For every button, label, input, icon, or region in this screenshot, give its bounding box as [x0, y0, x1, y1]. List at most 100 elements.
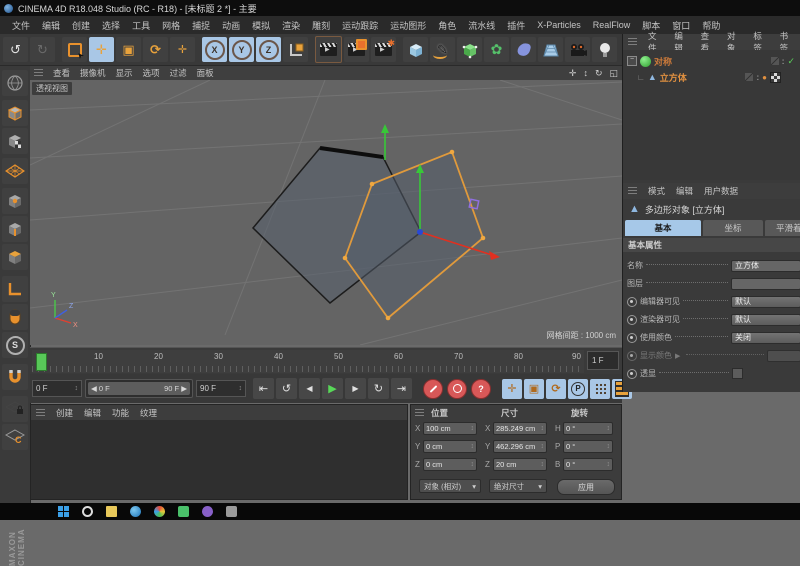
- radio-icon[interactable]: [627, 315, 637, 325]
- points-mode-button[interactable]: [2, 188, 28, 214]
- app-green-icon[interactable]: [178, 506, 189, 517]
- attr-menu-userdata[interactable]: 用户数据: [704, 185, 738, 197]
- timeline-ruler[interactable]: 0 10 20 30 40 50 60 70 80 90 1 F: [30, 347, 622, 375]
- vp-maximize-icon[interactable]: ◱: [609, 68, 618, 79]
- floor-environment-button[interactable]: [538, 37, 563, 62]
- playhead[interactable]: [36, 353, 47, 371]
- workplane-mode-button[interactable]: [2, 158, 28, 184]
- vp-menu-cameras[interactable]: 摄像机: [80, 67, 106, 79]
- mat-menu-function[interactable]: 功能: [112, 407, 129, 419]
- go-to-start-button[interactable]: ⇤: [253, 378, 274, 399]
- snapping-button[interactable]: [2, 364, 28, 390]
- enable-axis-button[interactable]: [2, 276, 28, 302]
- start-icon[interactable]: [58, 506, 69, 517]
- render-region-button[interactable]: [344, 37, 369, 62]
- size-mode-dropdown[interactable]: 绝对尺寸▾: [489, 479, 547, 493]
- menu-character[interactable]: 角色: [432, 19, 462, 32]
- size-x-field[interactable]: 285.249 cm↕: [493, 422, 547, 435]
- expand-icon[interactable]: −: [627, 56, 637, 66]
- camera-button[interactable]: [565, 37, 590, 62]
- live-selection-button[interactable]: ➤: [62, 37, 87, 62]
- size-y-field[interactable]: 462.296 cm↕: [493, 440, 547, 453]
- display-color-swatch[interactable]: [767, 350, 800, 362]
- menu-select[interactable]: 选择: [96, 19, 126, 32]
- ruler-strip[interactable]: 0 10 20 30 40 50 60 70 80 90: [32, 350, 584, 373]
- chrome-browser-icon[interactable]: [154, 506, 165, 517]
- app-purple-icon[interactable]: [202, 506, 213, 517]
- vp-menu-view[interactable]: 查看: [53, 67, 70, 79]
- spinner-icon[interactable]: ↕: [75, 385, 79, 392]
- texture-tag-icon[interactable]: [770, 72, 781, 83]
- radio-icon[interactable]: [627, 333, 637, 343]
- z-axis-lock-button[interactable]: Z: [256, 37, 281, 62]
- edges-mode-button[interactable]: [2, 216, 28, 242]
- loop-button[interactable]: ↻: [368, 378, 389, 399]
- deformer-button[interactable]: [511, 37, 536, 62]
- menu-tools[interactable]: 工具: [126, 19, 156, 32]
- viewport-tweak-button[interactable]: [2, 304, 28, 330]
- coord-mode-dropdown[interactable]: 对象 (相对)▾: [419, 479, 481, 493]
- undo-button[interactable]: ↺: [3, 37, 28, 62]
- layer-swatch-icon[interactable]: [771, 57, 779, 65]
- mat-menu-create[interactable]: 创建: [56, 407, 73, 419]
- pos-x-field[interactable]: 100 cm↕: [423, 422, 477, 435]
- light-button[interactable]: [592, 37, 617, 62]
- subdivision-surface-button[interactable]: [457, 37, 482, 62]
- menu-create[interactable]: 创建: [66, 19, 96, 32]
- vp-menu-options[interactable]: 选项: [143, 67, 160, 79]
- make-editable-button[interactable]: [2, 70, 28, 96]
- xray-checkbox[interactable]: [732, 368, 743, 379]
- symmetry-y-axis-arrow[interactable]: [381, 124, 389, 160]
- menu-xparticles[interactable]: X-Particles: [531, 20, 587, 30]
- pos-y-field[interactable]: 0 cm↕: [423, 440, 477, 453]
- key-scale-toggle[interactable]: ▣: [524, 379, 544, 399]
- polygons-mode-button[interactable]: [2, 244, 28, 270]
- vp-pan-icon[interactable]: ✛: [569, 68, 577, 79]
- object-name[interactable]: 对称: [654, 55, 672, 68]
- rot-p-field[interactable]: 0 °↕: [563, 440, 613, 453]
- redo-button[interactable]: ↻: [30, 37, 55, 62]
- vp-menu-panel[interactable]: 面板: [197, 67, 214, 79]
- previous-key-button[interactable]: ↺: [276, 378, 297, 399]
- key-position-toggle[interactable]: ✛: [502, 379, 522, 399]
- menu-plugins[interactable]: 插件: [501, 19, 531, 32]
- attr-menu-edit[interactable]: 编辑: [676, 185, 693, 197]
- frame-range-slider[interactable]: ◀ 0 F 90 F ▶: [85, 379, 193, 398]
- menu-render[interactable]: 渲染: [276, 19, 306, 32]
- key-pla-toggle[interactable]: [590, 379, 610, 399]
- add-primitive-button[interactable]: [403, 37, 428, 62]
- visibility-dots-icon[interactable]: :: [782, 57, 785, 66]
- menu-mesh[interactable]: 网格: [156, 19, 186, 32]
- lock-workplane-button[interactable]: [2, 396, 28, 422]
- record-keyframe-button[interactable]: [423, 379, 443, 399]
- play-button[interactable]: ▶: [322, 378, 343, 399]
- key-rotation-toggle[interactable]: ⟳: [546, 379, 566, 399]
- viewport-3d[interactable]: Y X Z 透视视图 网格间距 : 1000 cm: [30, 80, 622, 345]
- menu-edit[interactable]: 编辑: [36, 19, 66, 32]
- search-icon[interactable]: [82, 506, 93, 517]
- render-settings-button[interactable]: ✱: [371, 37, 396, 62]
- rot-b-field[interactable]: 0 °↕: [563, 458, 613, 471]
- use-color-dropdown[interactable]: 关闭: [731, 332, 800, 344]
- last-tool-button[interactable]: ✛: [170, 37, 195, 62]
- autokey-button[interactable]: [447, 379, 467, 399]
- vp-menu-filter[interactable]: 过滤: [170, 67, 187, 79]
- move-tool-button[interactable]: ✛: [89, 37, 114, 62]
- planar-workplane-button[interactable]: C: [2, 424, 28, 450]
- menu-mograph[interactable]: 运动图形: [384, 19, 432, 32]
- panel-grip-icon[interactable]: [36, 409, 45, 417]
- visibility-dots-icon[interactable]: :: [756, 73, 759, 82]
- y-axis-lock-button[interactable]: Y: [229, 37, 254, 62]
- previous-frame-button[interactable]: ◀: [299, 378, 320, 399]
- phong-tag-icon[interactable]: ●: [762, 73, 767, 82]
- scale-tool-button[interactable]: ▣: [116, 37, 141, 62]
- menu-file[interactable]: 文件: [6, 19, 36, 32]
- pos-z-field[interactable]: 0 cm↕: [423, 458, 477, 471]
- size-z-field[interactable]: 20 cm↕: [493, 458, 547, 471]
- key-parameter-toggle[interactable]: P: [568, 379, 588, 399]
- rotate-tool-button[interactable]: ⟳: [143, 37, 168, 62]
- start-frame-field[interactable]: 0 F↕: [32, 380, 82, 397]
- folder-icon[interactable]: [106, 506, 117, 517]
- menu-sculpt[interactable]: 雕刻: [306, 19, 336, 32]
- mat-menu-texture[interactable]: 纹理: [140, 407, 157, 419]
